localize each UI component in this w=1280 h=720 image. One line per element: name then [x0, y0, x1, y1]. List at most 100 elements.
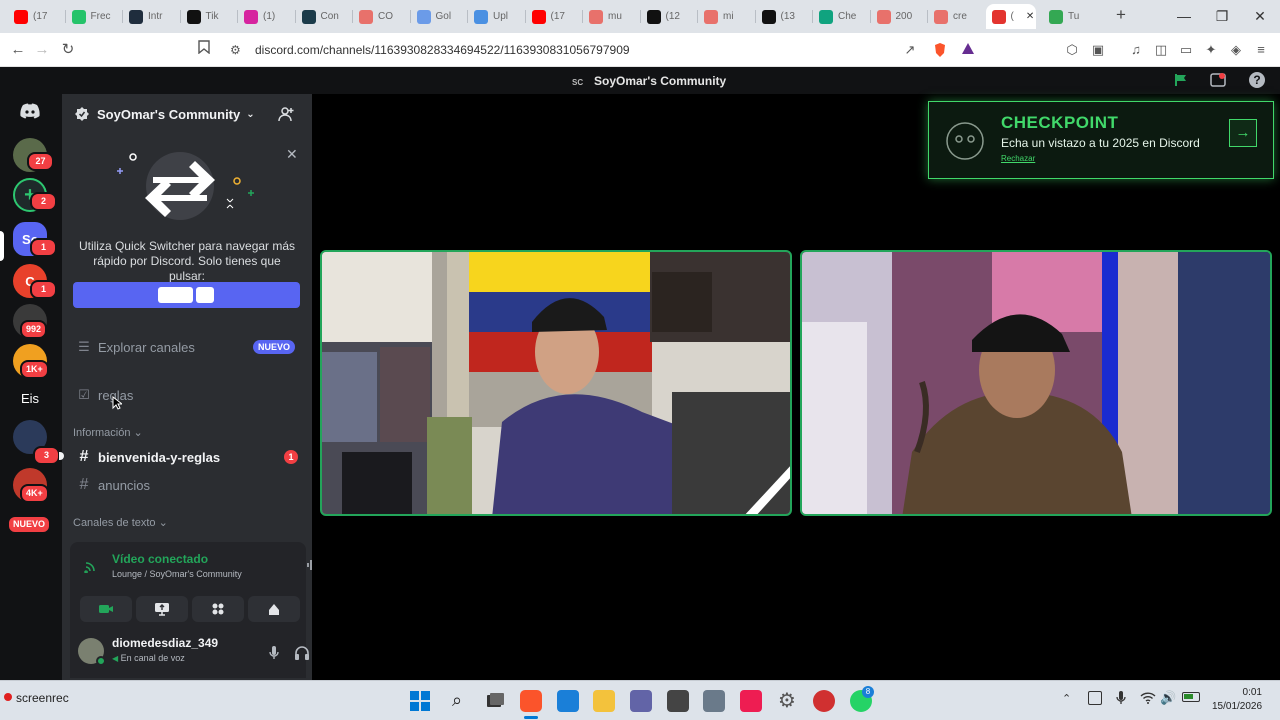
camera-button[interactable] — [80, 596, 132, 622]
wallet-extension-icon[interactable]: ▭ — [1178, 42, 1194, 58]
extensions-icon[interactable]: ⬡ — [1064, 42, 1080, 58]
brave-rewards-icon[interactable] — [960, 42, 976, 58]
clock-date[interactable]: 15/01/2026 — [1212, 701, 1262, 712]
quick-switcher-text: Utiliza Quick Switcher para navegar más … — [78, 239, 296, 283]
browser-tab[interactable]: Con — [296, 4, 353, 29]
browser-tab[interactable]: Gol — [411, 4, 468, 29]
browser-tab[interactable]: Tik — [181, 4, 238, 29]
channel-bienvenida-y-reglas[interactable]: # bienvenida-y-reglas — [74, 446, 221, 468]
server-icon-eis[interactable]: Eis — [13, 381, 47, 415]
voice-status[interactable]: Vídeo conectado — [112, 552, 208, 566]
browser-tab[interactable]: cre — [928, 4, 985, 29]
tab-favicon-icon — [1049, 9, 1063, 24]
server-badge-2: 2 — [30, 192, 57, 211]
browser-tab[interactable]: Frec — [66, 4, 123, 29]
browser-tab[interactable]: Upl — [468, 4, 525, 29]
checkpoint-banner[interactable]: CHECKPOINT Echa un vistazo a tu 2025 en … — [928, 101, 1274, 179]
flag-icon[interactable] — [1174, 73, 1188, 92]
explore-channels[interactable]: ☰ Explorar canales — [74, 336, 195, 358]
bookmark-icon[interactable] — [194, 40, 214, 60]
browser-tab[interactable]: Che — [813, 4, 870, 29]
headphones-icon[interactable] — [294, 645, 310, 666]
server-header[interactable]: SoyOmar's Community ⌄ — [74, 106, 255, 122]
brave-shields-icon[interactable] — [932, 42, 948, 58]
browser-tab[interactable]: (✕ — [985, 4, 1036, 29]
help-icon[interactable]: ? — [1249, 72, 1265, 88]
wifi-icon[interactable] — [1140, 691, 1156, 709]
menu-icon[interactable]: ≡ — [1253, 42, 1269, 58]
close-icon[interactable]: ✕ — [286, 146, 298, 163]
username[interactable]: diomedesdiaz_349 — [112, 636, 218, 650]
maximize-button[interactable]: ❐ — [1212, 8, 1232, 25]
channel-reglas[interactable]: ☑ reglas — [74, 384, 133, 406]
discord-home-icon[interactable] — [13, 94, 47, 128]
inbox-icon[interactable] — [1210, 73, 1226, 92]
vpn-icon[interactable]: ◈ — [1228, 42, 1244, 58]
volume-icon[interactable]: 🔊 — [1160, 690, 1176, 706]
microphone-icon[interactable] — [268, 645, 280, 666]
invite-people-icon[interactable] — [278, 106, 294, 127]
microsoft-store-icon[interactable] — [667, 690, 689, 712]
clock-time[interactable]: 0:01 — [1240, 687, 1262, 698]
leo-ai-icon[interactable]: ✦ — [1203, 42, 1219, 58]
checkpoint-dismiss[interactable]: Rechazar — [1001, 154, 1035, 163]
checkpoint-arrow-icon[interactable]: → — [1229, 119, 1257, 147]
browser-tab[interactable]: mu — [583, 4, 640, 29]
chevron-up-icon[interactable]: ⌃ — [1062, 692, 1071, 705]
screen-share-button[interactable] — [136, 596, 188, 622]
activities-button[interactable] — [192, 596, 244, 622]
teams-icon[interactable] — [630, 690, 652, 712]
category-informacion[interactable]: Información ⌄ — [73, 426, 143, 439]
minimize-button[interactable]: — — [1174, 8, 1194, 24]
file-explorer-icon[interactable] — [593, 690, 615, 712]
address-bar[interactable]: ⚙ discord.com/channels/11639308283346945… — [220, 37, 985, 63]
tray-app-icon[interactable] — [1088, 691, 1102, 705]
windows-taskbar: screenrec ⌕ ⚙ 8 ⌃ 🔊 0:01 15/01/2026 — [0, 680, 1280, 720]
browser-tab[interactable]: Tu — [1043, 4, 1100, 29]
browser-tab[interactable]: (17 — [8, 4, 65, 29]
search-icon[interactable]: ⌕ — [446, 690, 468, 712]
server-badge-4: 1 — [30, 280, 57, 299]
browser-tab[interactable]: (12 — [641, 4, 698, 29]
tiktok-icon[interactable] — [740, 690, 762, 712]
outlook-icon[interactable] — [557, 690, 579, 712]
video-tile-2[interactable] — [800, 250, 1272, 516]
video-tile-1[interactable] — [320, 250, 792, 516]
windows-start-icon[interactable] — [409, 690, 431, 712]
sidebar-icon[interactable]: ◫ — [1153, 42, 1169, 58]
browser-tab[interactable]: (17 — [526, 4, 583, 29]
tab-separator — [294, 10, 296, 23]
new-badge: NUEVO — [253, 340, 296, 354]
brave-taskbar-icon[interactable] — [520, 690, 542, 712]
browser-tab[interactable]: Intr — [123, 4, 180, 29]
site-info-icon[interactable]: ⚙ — [230, 43, 241, 57]
quick-switcher-button[interactable] — [73, 282, 300, 308]
settings-app-icon[interactable]: ⚙ — [776, 690, 798, 712]
wallet-icon[interactable]: ▣ — [1090, 42, 1106, 58]
battery-icon[interactable] — [1182, 692, 1200, 702]
back-button[interactable]: ← — [8, 40, 28, 60]
voice-channel-stage: CHECKPOINT Echa un vistazo a tu 2025 en … — [312, 94, 1280, 680]
reload-button[interactable]: ↻ — [58, 40, 78, 60]
category-canales-de-texto[interactable]: Canales de texto ⌄ — [73, 516, 168, 529]
browser-tab[interactable]: mi — [698, 4, 755, 29]
browser-tab[interactable]: 200 — [871, 4, 928, 29]
opera-gx-icon[interactable] — [813, 690, 835, 712]
browser-tab[interactable]: (13 — [756, 4, 813, 29]
tab-label: mi — [723, 11, 734, 22]
voice-location[interactable]: Lounge / SoyOmar's Community — [112, 569, 242, 579]
forward-button[interactable]: → — [32, 40, 52, 60]
microphone-tray-icon[interactable] — [1116, 690, 1126, 711]
share-icon[interactable]: ↗ — [902, 42, 918, 58]
media-icon[interactable]: ♫ — [1128, 42, 1144, 58]
close-tab-icon[interactable]: ✕ — [1026, 11, 1034, 22]
camera-app-icon[interactable] — [703, 690, 725, 712]
channel-anuncios[interactable]: # anuncios — [74, 474, 151, 496]
server-badge-6: 1K+ — [20, 360, 49, 379]
browser-tab[interactable]: (1) — [238, 4, 295, 29]
close-window-button[interactable]: ✕ — [1250, 8, 1270, 25]
soundboard-button[interactable] — [248, 596, 300, 622]
browser-tab[interactable]: CO — [353, 4, 410, 29]
new-tab-button[interactable]: + — [1112, 6, 1130, 24]
task-view-icon[interactable] — [484, 690, 506, 712]
